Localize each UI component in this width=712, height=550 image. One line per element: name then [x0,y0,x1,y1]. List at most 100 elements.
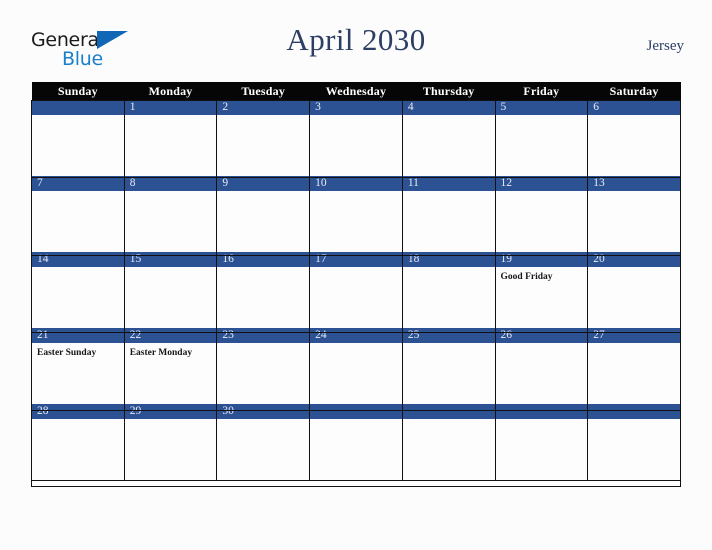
day-cell-inner: 23 [217,328,310,404]
calendar-day-cell[interactable]: 2 [216,100,311,176]
date-number: 4 [402,100,495,115]
day-events [217,115,309,119]
calendar-day-cell[interactable]: 29 [123,404,218,481]
day-cell-inner: 9 [217,176,310,252]
date-number: 14 [32,252,124,267]
calendar-day-cell[interactable]: 13 [587,176,681,252]
date-number: 12 [495,176,588,191]
day-events [125,267,217,271]
calendar-week-row: 21 Easter Sunday 22 Easter Monday 23 24 25 26 27 [31,328,681,404]
calendar-day-cell[interactable]: 24 [309,328,403,404]
day-cell-inner: 16 [217,252,310,328]
day-events: Easter Sunday [32,343,124,359]
page-header: General Blue April 2030 Jersey [0,22,712,78]
calendar-day-cell[interactable]: 18 [401,252,496,328]
calendar-day-cell[interactable]: 4 [401,100,496,176]
day-cell-inner [32,100,124,176]
calendar-day-cell[interactable]: 27 [587,328,681,404]
day-cell-inner: 2 [217,100,310,176]
calendar-week-row: 7 8 9 10 11 12 13 [31,176,681,252]
event-label: Easter Monday [129,348,193,358]
calendar-day-cell[interactable]: 3 [309,100,403,176]
calendar-day-cell[interactable]: 16 [216,252,311,328]
calendar-week-row: 14 15 16 17 18 19 Good Friday 20 [31,252,681,328]
date-number: 8 [124,176,217,191]
calendar-day-cell[interactable] [31,100,125,176]
day-cell-inner: 4 [402,100,495,176]
calendar-day-cell[interactable]: 11 [401,176,496,252]
day-cell-inner: 27 [588,328,680,404]
calendar-day-cell[interactable]: 12 [494,176,589,252]
calendar-day-cell[interactable]: 10 [309,176,403,252]
day-events [403,115,495,119]
calendar-day-cell[interactable] [587,404,681,481]
date-number: 17 [310,252,402,267]
calendar-day-cell[interactable]: 21 Easter Sunday [31,328,125,404]
calendar-day-cell[interactable]: 15 [123,252,218,328]
calendar-day-cell[interactable]: 28 [31,404,125,481]
day-events [32,115,124,119]
date-number: 7 [32,176,124,191]
date-number [588,404,680,419]
date-number [402,404,495,419]
calendar-day-cell[interactable]: 19 Good Friday [494,252,589,328]
calendar-day-cell[interactable]: 20 [587,252,681,328]
calendar-day-cell[interactable]: 17 [309,252,403,328]
calendar-day-cell[interactable]: 7 [31,176,125,252]
calendar-day-cell[interactable] [401,404,496,481]
calendar-day-cell[interactable]: 22 Easter Monday [123,328,218,404]
day-events [32,419,124,423]
weekday-header-tuesday: Tuesday [216,82,310,100]
calendar-day-cell[interactable]: 26 [494,328,589,404]
calendar-day-cell[interactable]: 14 [31,252,125,328]
date-number: 25 [402,328,495,343]
date-number: 18 [402,252,495,267]
calendar-day-cell[interactable]: 6 [587,100,681,176]
day-events [32,267,124,271]
day-cell-inner: 29 [124,404,217,480]
calendar-day-cell[interactable]: 25 [401,328,496,404]
day-cell-inner: 19 Good Friday [495,252,588,328]
calendar-week-row: 28 29 30 [31,404,681,481]
calendar-day-cell[interactable]: 30 [216,404,311,481]
day-cell-inner: 21 Easter Sunday [32,328,124,404]
weekday-header-sunday: Sunday [31,82,125,100]
day-cell-inner: 5 [495,100,588,176]
day-cell-inner [588,404,680,480]
day-events [403,267,495,271]
day-cell-inner: 1 [124,100,217,176]
day-events [403,191,495,195]
date-number: 3 [310,100,402,115]
day-events [588,191,680,195]
date-number: 21 [32,328,124,343]
event-label: Good Friday [500,272,553,282]
day-cell-inner: 10 [310,176,402,252]
date-number: 2 [217,100,310,115]
weekday-header-friday: Friday [495,82,588,100]
day-cell-inner: 18 [402,252,495,328]
page-title: April 2030 [286,22,426,57]
date-number: 20 [588,252,680,267]
day-events: Easter Monday [125,343,217,359]
date-number: 1 [124,100,217,115]
day-events [310,267,402,271]
day-cell-inner: 25 [402,328,495,404]
calendar-day-cell[interactable]: 1 [123,100,218,176]
date-number [310,404,402,419]
calendar-week-row: 123456 [31,100,681,176]
calendar-day-cell[interactable] [309,404,403,481]
day-events [310,115,402,119]
day-events [217,343,309,347]
calendar-day-cell[interactable]: 9 [216,176,311,252]
date-number: 6 [588,100,680,115]
calendar-day-cell[interactable]: 5 [494,100,589,176]
day-cell-inner: 8 [124,176,217,252]
calendar-day-cell[interactable]: 23 [216,328,311,404]
calendar-day-cell[interactable]: 8 [123,176,218,252]
date-number: 29 [124,404,217,419]
weekday-header-thursday: Thursday [402,82,496,100]
date-number: 19 [495,252,588,267]
date-number: 22 [124,328,217,343]
date-number: 11 [402,176,495,191]
calendar-day-cell[interactable] [494,404,589,481]
